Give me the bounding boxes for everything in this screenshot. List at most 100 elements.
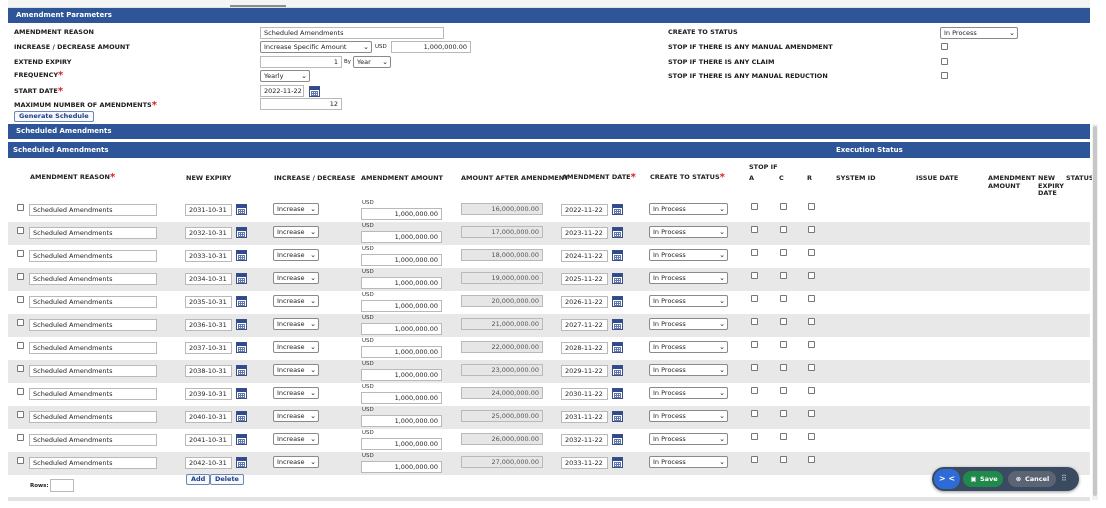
row-date-input[interactable]: 2033-11-22 [561, 457, 608, 469]
add-row-button[interactable]: Add [186, 474, 211, 485]
row-incdec-select[interactable]: Increase ⌄ [273, 433, 319, 445]
row-status-select[interactable]: In Process ⌄ [649, 387, 728, 399]
calendar-icon[interactable] [612, 457, 623, 468]
cancel-button[interactable]: ⊗ Cancel [1008, 471, 1056, 487]
calendar-icon[interactable] [236, 204, 247, 215]
row-date-input[interactable]: 2031-11-22 [561, 411, 608, 423]
row-stop-c-checkbox[interactable] [780, 456, 787, 463]
row-stop-c-checkbox[interactable] [780, 341, 787, 348]
row-incdec-select[interactable]: Increase ⌄ [273, 295, 319, 307]
delete-row-button[interactable]: Delete [210, 474, 244, 485]
calendar-icon[interactable] [236, 365, 247, 376]
row-expiry-input[interactable]: 2034-10-31 [185, 273, 232, 285]
row-stop-r-checkbox[interactable] [808, 364, 815, 371]
row-amount-input[interactable]: 1,000,000.00 [361, 277, 442, 289]
row-stop-c-checkbox[interactable] [780, 318, 787, 325]
extend-expiry-input[interactable]: 1 [260, 56, 342, 68]
row-reason-input[interactable]: Scheduled Amendments [29, 388, 157, 400]
row-reason-input[interactable]: Scheduled Amendments [29, 342, 157, 354]
row-stop-c-checkbox[interactable] [780, 410, 787, 417]
row-incdec-select[interactable]: Increase ⌄ [273, 272, 319, 284]
row-stop-a-checkbox[interactable] [751, 410, 758, 417]
row-stop-c-checkbox[interactable] [780, 364, 787, 371]
calendar-icon[interactable] [309, 86, 320, 97]
row-select-checkbox[interactable] [17, 342, 24, 349]
row-select-checkbox[interactable] [17, 250, 24, 257]
row-select-checkbox[interactable] [17, 227, 24, 234]
calendar-icon[interactable] [236, 342, 247, 353]
row-amount-input[interactable]: 1,000,000.00 [361, 461, 442, 473]
row-stop-c-checkbox[interactable] [780, 203, 787, 210]
calendar-icon[interactable] [612, 227, 623, 238]
row-status-select[interactable]: In Process ⌄ [649, 272, 728, 284]
row-incdec-select[interactable]: Increase ⌄ [273, 341, 319, 353]
calendar-icon[interactable] [612, 365, 623, 376]
stop-manual-amendment-checkbox[interactable] [941, 43, 948, 50]
row-stop-c-checkbox[interactable] [780, 226, 787, 233]
row-incdec-select[interactable]: Increase ⌄ [273, 387, 319, 399]
stop-claim-checkbox[interactable] [941, 58, 948, 65]
max-amendments-input[interactable]: 12 [260, 98, 342, 110]
row-reason-input[interactable]: Scheduled Amendments [29, 227, 157, 239]
incdec-amount-select[interactable]: Increase Specific Amount ⌄ [260, 41, 372, 53]
row-amount-input[interactable]: 1,000,000.00 [361, 415, 442, 427]
row-status-select[interactable]: In Process ⌄ [649, 341, 728, 353]
row-stop-r-checkbox[interactable] [808, 410, 815, 417]
row-amount-input[interactable]: 1,000,000.00 [361, 208, 442, 220]
row-select-checkbox[interactable] [17, 204, 24, 211]
row-reason-input[interactable]: Scheduled Amendments [29, 411, 157, 423]
row-amount-input[interactable]: 1,000,000.00 [361, 369, 442, 381]
row-date-input[interactable]: 2026-11-22 [561, 296, 608, 308]
row-stop-r-checkbox[interactable] [808, 295, 815, 302]
row-expiry-input[interactable]: 2033-10-31 [185, 250, 232, 262]
calendar-icon[interactable] [612, 434, 623, 445]
calendar-icon[interactable] [612, 204, 623, 215]
row-amount-input[interactable]: 1,000,000.00 [361, 254, 442, 266]
row-stop-a-checkbox[interactable] [751, 364, 758, 371]
row-expiry-input[interactable]: 2042-10-31 [185, 457, 232, 469]
calendar-icon[interactable] [236, 250, 247, 261]
row-status-select[interactable]: In Process ⌄ [649, 364, 728, 376]
stop-manual-reduction-checkbox[interactable] [941, 72, 948, 79]
row-select-checkbox[interactable] [17, 319, 24, 326]
row-stop-a-checkbox[interactable] [751, 226, 758, 233]
calendar-icon[interactable] [236, 296, 247, 307]
row-stop-r-checkbox[interactable] [808, 272, 815, 279]
row-amount-input[interactable]: 1,000,000.00 [361, 231, 442, 243]
row-stop-c-checkbox[interactable] [780, 295, 787, 302]
start-date-input[interactable]: 2022-11-22 [260, 85, 304, 97]
save-button[interactable]: ▣ Save [963, 471, 1003, 487]
row-expiry-input[interactable]: 2032-10-31 [185, 227, 232, 239]
row-stop-r-checkbox[interactable] [808, 226, 815, 233]
row-amount-input[interactable]: 1,000,000.00 [361, 300, 442, 312]
rows-input[interactable] [50, 479, 74, 492]
row-stop-r-checkbox[interactable] [808, 387, 815, 394]
row-select-checkbox[interactable] [17, 273, 24, 280]
row-status-select[interactable]: In Process ⌄ [649, 249, 728, 261]
row-stop-a-checkbox[interactable] [751, 341, 758, 348]
row-stop-a-checkbox[interactable] [751, 456, 758, 463]
calendar-icon[interactable] [612, 411, 623, 422]
row-expiry-input[interactable]: 2035-10-31 [185, 296, 232, 308]
amount-input[interactable]: 1,000,000.00 [391, 41, 471, 53]
row-expiry-input[interactable]: 2036-10-31 [185, 319, 232, 331]
collapse-toggle-button[interactable]: > < [934, 469, 960, 489]
row-incdec-select[interactable]: Increase ⌄ [273, 364, 319, 376]
row-expiry-input[interactable]: 2040-10-31 [185, 411, 232, 423]
row-amount-input[interactable]: 1,000,000.00 [361, 346, 442, 358]
row-expiry-input[interactable]: 2037-10-31 [185, 342, 232, 354]
row-incdec-select[interactable]: Increase ⌄ [273, 226, 319, 238]
row-amount-input[interactable]: 1,000,000.00 [361, 392, 442, 404]
row-reason-input[interactable]: Scheduled Amendments [29, 250, 157, 262]
row-incdec-select[interactable]: Increase ⌄ [273, 410, 319, 422]
row-select-checkbox[interactable] [17, 411, 24, 418]
row-date-input[interactable]: 2027-11-22 [561, 319, 608, 331]
row-select-checkbox[interactable] [17, 434, 24, 441]
row-amount-input[interactable]: 1,000,000.00 [361, 323, 442, 335]
row-date-input[interactable]: 2023-11-22 [561, 227, 608, 239]
horizontal-scrollbar[interactable] [8, 497, 1090, 501]
row-expiry-input[interactable]: 2038-10-31 [185, 365, 232, 377]
row-stop-r-checkbox[interactable] [808, 249, 815, 256]
row-status-select[interactable]: In Process ⌄ [649, 410, 728, 422]
row-reason-input[interactable]: Scheduled Amendments [29, 204, 157, 216]
